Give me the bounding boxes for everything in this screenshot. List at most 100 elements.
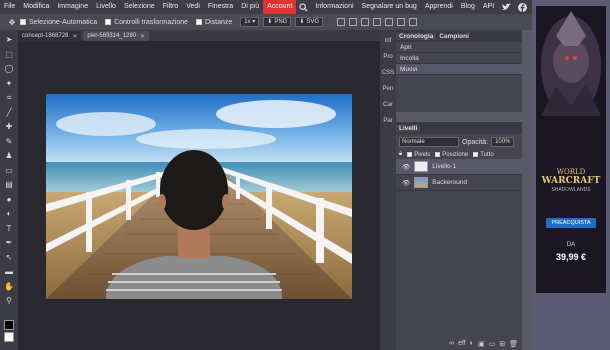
lock-position-checkbox[interactable]: Posizione	[435, 152, 468, 158]
layer-row[interactable]: 👁︎ Livello 1	[396, 159, 522, 175]
layer-row[interactable]: 👁︎ Backeround	[396, 175, 522, 191]
search-icon[interactable]	[299, 2, 308, 12]
background-color-swatch[interactable]	[4, 331, 14, 342]
healing-tool-icon[interactable]: ✚	[3, 121, 15, 132]
twitter-icon[interactable]	[501, 2, 511, 12]
history-item[interactable]: Apri	[396, 42, 522, 53]
menu-window[interactable]: Finestra	[204, 0, 237, 14]
trash-icon[interactable]: 🗑︎	[509, 340, 518, 348]
canvas-workspace[interactable]	[18, 41, 380, 350]
opacity-input[interactable]: 100%	[491, 137, 515, 147]
png-label: PNG	[274, 19, 288, 25]
blur-tool-icon[interactable]: ●	[3, 194, 15, 205]
path-select-icon[interactable]: ↖	[3, 252, 15, 263]
distribute-icon[interactable]	[409, 18, 418, 26]
svg-label: SVG	[306, 19, 320, 25]
export-svg-button[interactable]: ⬇ SVG	[295, 17, 324, 27]
ad-preorder-button[interactable]: PREACQUISTA	[546, 218, 596, 228]
lasso-tool-icon[interactable]: ◯	[3, 63, 15, 74]
export-png-button[interactable]: ⬇ PNG	[263, 17, 292, 27]
tab-layers[interactable]: Livelli	[396, 124, 421, 132]
zoom-tool-icon[interactable]: ⚲	[3, 295, 15, 306]
tab-concept[interactable]: concept-1868728 ✕	[18, 31, 82, 41]
align-top-icon[interactable]	[373, 18, 382, 26]
history-item[interactable]: Incolla	[396, 53, 522, 64]
menu-view[interactable]: Vedi	[182, 0, 204, 14]
mask-icon[interactable]: ▣	[478, 340, 485, 348]
gradient-tool-icon[interactable]: ▤	[3, 179, 15, 190]
eyedropper-icon[interactable]: ╱	[3, 107, 15, 118]
layers-tab-bar: Livelli	[396, 122, 522, 134]
new-layer-icon[interactable]: ⊞	[499, 340, 505, 348]
tab-swatches[interactable]: Campioni	[436, 33, 472, 40]
menu-blog[interactable]: Blog	[457, 0, 479, 14]
transform-controls-checkbox[interactable]: Controlli trasformazione	[105, 19, 188, 26]
close-icon[interactable]: ✕	[72, 33, 77, 40]
zoom-select[interactable]: 1x ▾	[240, 17, 260, 27]
align-left-icon[interactable]	[337, 18, 346, 26]
menu-about[interactable]: Informazioni	[311, 0, 357, 14]
menu-file[interactable]: File	[0, 0, 19, 14]
menu-edit[interactable]: Modifica	[19, 0, 53, 14]
auto-select-checkbox[interactable]: Selezione-Automatica	[20, 19, 97, 26]
pen-tool-icon[interactable]: ✒	[3, 237, 15, 248]
tab-pier[interactable]: pier-569314_1280 ✕	[83, 31, 150, 41]
brush-tool-icon[interactable]: ✎	[3, 136, 15, 147]
brush-panel-toggle[interactable]: Pen	[383, 86, 394, 92]
magic-wand-icon[interactable]: ✦	[3, 78, 15, 89]
visibility-eye-icon[interactable]: 👁︎	[402, 179, 410, 187]
menu-filter[interactable]: Filtro	[159, 0, 183, 14]
shape-tool-icon[interactable]: ▬	[3, 266, 15, 277]
menu-select[interactable]: Selezione	[120, 0, 159, 14]
align-bottom-icon[interactable]	[397, 18, 406, 26]
paragraph-panel-toggle[interactable]: Par	[383, 118, 392, 124]
properties-panel-toggle[interactable]: Pro	[383, 54, 392, 60]
checkbox-box[interactable]	[407, 152, 413, 157]
hand-tool-icon[interactable]: ✋	[3, 281, 15, 292]
checkbox-box[interactable]	[105, 19, 112, 25]
canvas-image[interactable]	[46, 94, 352, 299]
eraser-tool-icon[interactable]: ▭	[3, 165, 15, 176]
marquee-tool-icon[interactable]: ⬚	[3, 49, 15, 60]
folder-icon[interactable]: ▭	[489, 340, 496, 348]
align-center-icon[interactable]	[349, 18, 358, 26]
menu-account[interactable]: Account	[263, 0, 297, 14]
history-item[interactable]: Muovi	[396, 64, 522, 75]
blend-mode-select[interactable]: Normale	[399, 137, 459, 147]
lock-pixels-checkbox[interactable]: Pixels	[407, 152, 430, 158]
checkbox-box[interactable]	[473, 152, 479, 157]
menu-learn[interactable]: Apprendi	[421, 0, 457, 14]
crop-tool-icon[interactable]: ⌗	[3, 92, 15, 103]
tab-label: pier-569314_1280	[87, 33, 137, 39]
foreground-color-swatch[interactable]	[4, 319, 14, 330]
menu-layer[interactable]: Livello	[92, 0, 120, 14]
panel-shortcuts: Inf Pro CSS Pen Car Par	[380, 30, 396, 350]
align-right-icon[interactable]	[361, 18, 370, 26]
tab-history[interactable]: Cronologia	[396, 32, 437, 40]
lock-all-checkbox[interactable]: Tutto	[473, 152, 494, 158]
move-tool-icon[interactable]: ➤	[3, 34, 15, 45]
visibility-eye-icon[interactable]: 👁︎	[402, 163, 410, 171]
clone-stamp-icon[interactable]: ♟	[3, 150, 15, 161]
distances-checkbox[interactable]: Distanze	[196, 19, 232, 26]
facebook-icon[interactable]	[517, 2, 527, 12]
adjustment-icon[interactable]: ◐	[470, 340, 474, 348]
close-icon[interactable]: ✕	[140, 33, 145, 40]
menu-report-bug[interactable]: Segnalare un bug	[358, 0, 421, 14]
menu-api[interactable]: API	[479, 0, 498, 14]
character-panel-toggle[interactable]: Car	[383, 102, 393, 108]
checkbox-box[interactable]	[435, 152, 441, 157]
ad-banner[interactable]: WORLD WARCRAFT SHADOWLANDS PREACQUISTA D…	[536, 6, 606, 293]
info-panel-toggle[interactable]: Inf	[385, 38, 392, 44]
layers-footer: ∞ eff ◐ ▣ ▭ ⊞ 🗑︎	[449, 340, 518, 348]
menu-image[interactable]: Immagine	[53, 0, 92, 14]
type-tool-icon[interactable]: T	[3, 223, 15, 234]
menu-more[interactable]: Di più	[237, 0, 263, 14]
dodge-tool-icon[interactable]: ◐	[3, 208, 15, 219]
effects-icon[interactable]: eff	[458, 340, 466, 348]
link-icon[interactable]: ∞	[449, 340, 454, 348]
css-panel-toggle[interactable]: CSS	[382, 70, 394, 76]
align-middle-icon[interactable]	[385, 18, 394, 26]
checkbox-box[interactable]	[20, 19, 26, 25]
checkbox-box[interactable]	[196, 19, 203, 25]
